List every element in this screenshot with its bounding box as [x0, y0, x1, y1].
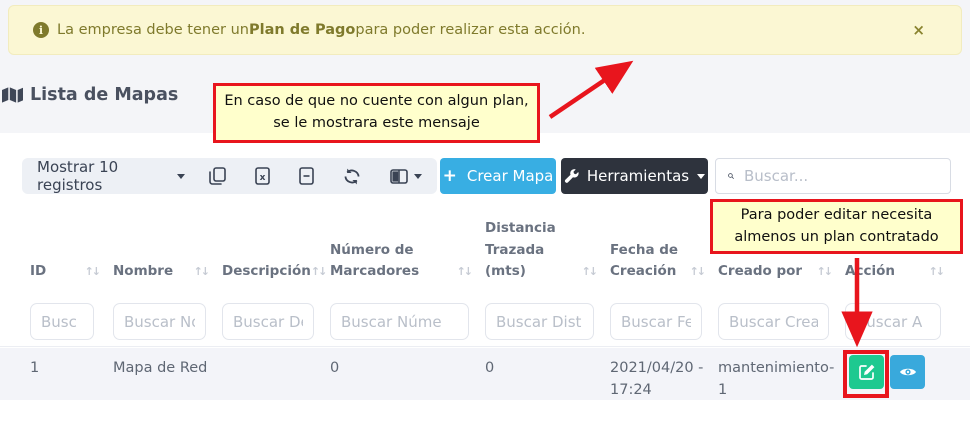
filter-cell: [30, 299, 113, 346]
header-label: Distancia Trazada (mts): [485, 218, 582, 283]
tools-dropdown-button[interactable]: Herramientas: [561, 158, 708, 194]
plan-required-alert: i La empresa debe tener un Plan de Pago …: [8, 5, 962, 55]
annotation-line: almenos un plan contratado: [734, 227, 938, 249]
sort-icon: ↑↓: [929, 263, 943, 283]
chevron-down-icon: [414, 174, 422, 179]
cell-nombre: Mapa de Red: [113, 348, 222, 402]
page-title-label: Lista de Mapas: [30, 85, 178, 105]
export-buttons: x: [209, 167, 422, 185]
header-label: Creado por: [718, 261, 802, 283]
excel-file-icon: x: [255, 167, 270, 185]
create-map-button[interactable]: + Crear Mapa: [440, 158, 556, 194]
filter-fecha-input[interactable]: [610, 303, 702, 340]
column-header-fecha[interactable]: Fecha de Creación ↑↓: [610, 213, 718, 285]
sort-icon: ↑↓: [85, 263, 99, 283]
plus-icon: +: [443, 168, 457, 185]
show-entries-dropdown[interactable]: Mostrar 10 registros: [37, 158, 185, 194]
filter-accion-input[interactable]: [845, 303, 941, 340]
column-header-distancia[interactable]: Distancia Trazada (mts) ↑↓: [485, 213, 610, 285]
table-search: [715, 158, 951, 194]
sort-icon: ↑↓: [582, 263, 596, 283]
export-excel-button[interactable]: x: [255, 167, 270, 185]
alert-text-after: para poder realizar esta acción.: [355, 22, 585, 38]
alert-text-bold: Plan de Pago: [249, 22, 355, 38]
close-icon[interactable]: ×: [912, 21, 925, 39]
sort-icon: ↑↓: [194, 263, 208, 283]
svg-text:x: x: [260, 173, 266, 183]
filter-marcadores-input[interactable]: [330, 303, 469, 340]
sort-icon: ↑↓: [817, 263, 831, 283]
filter-descripcion-input[interactable]: [222, 303, 314, 340]
table-filter-row: [0, 299, 970, 347]
sort-icon: ↑↓: [457, 263, 471, 283]
document-icon: [299, 167, 314, 185]
export-file-button[interactable]: [299, 167, 314, 185]
sort-icon: ↑↓: [311, 263, 325, 283]
eye-icon: [899, 366, 917, 378]
filter-distancia-input[interactable]: [485, 303, 594, 340]
cell-fecha: 2021/04/20 - 17:24: [610, 348, 718, 402]
copy-button[interactable]: [209, 167, 226, 185]
header-label: Fecha de Creación: [610, 240, 690, 283]
chevron-down-icon: [177, 174, 185, 179]
filter-cell: [330, 299, 485, 346]
annotation-line: se le mostrara este mensaje: [273, 113, 480, 135]
copy-icon: [209, 167, 226, 185]
table-row: 1 Mapa de Red 0 0 2021/04/20 - 17:24 man…: [0, 348, 970, 400]
filter-cell: [845, 299, 957, 346]
alert-text-before: La empresa debe tener un: [57, 22, 249, 38]
map-icon: [2, 87, 23, 103]
column-visibility-button[interactable]: [390, 169, 422, 184]
column-header-descripcion[interactable]: Descripción ↑↓: [222, 213, 330, 285]
create-map-label: Crear Mapa: [467, 167, 554, 185]
column-header-marcadores[interactable]: Número de Marcadores ↑↓: [330, 213, 485, 285]
page-title: Lista de Mapas: [2, 85, 178, 105]
cell-accion: [845, 348, 957, 402]
annotation-line: En caso de que no cuente con algun plan,: [224, 91, 528, 113]
filter-nombre-input[interactable]: [113, 303, 206, 340]
search-icon: [728, 168, 734, 184]
search-input[interactable]: [744, 167, 938, 185]
tools-label: Herramientas: [587, 167, 689, 185]
cell-creado-por: mantenimiento-1: [718, 348, 845, 402]
cell-id: 1: [30, 348, 113, 402]
annotation-edit-note: Para poder editar necesita almenos un pl…: [710, 199, 963, 254]
wrench-icon: [564, 169, 579, 184]
header-label: ID: [30, 261, 46, 283]
filter-cell: [485, 299, 610, 346]
table-toolbar: Mostrar 10 registros x: [22, 158, 437, 194]
column-header-id[interactable]: ID ↑↓: [30, 213, 113, 285]
chevron-down-icon: [697, 174, 705, 179]
annotation-banner-note: En caso de que no cuente con algun plan,…: [213, 83, 540, 143]
cell-distancia: 0: [485, 348, 610, 402]
edit-icon: [859, 364, 875, 380]
refresh-icon: [343, 168, 361, 185]
annotation-line: Para poder editar necesita: [741, 205, 933, 227]
header-label: Nombre: [113, 261, 173, 283]
filter-cell: [113, 299, 222, 346]
cell-marcadores: 0: [330, 348, 485, 402]
header-label: Acción: [845, 261, 895, 283]
filter-creado-input[interactable]: [718, 303, 829, 340]
header-label: Descripción: [222, 261, 311, 283]
columns-icon: [390, 169, 408, 184]
filter-id-input[interactable]: [30, 303, 94, 340]
info-circle-icon: i: [33, 22, 49, 38]
filter-cell: [718, 299, 845, 346]
maps-list-page: i La empresa debe tener un Plan de Pago …: [0, 0, 970, 428]
filter-cell: [222, 299, 330, 346]
view-map-button[interactable]: [890, 355, 925, 389]
header-label: Número de Marcadores: [330, 240, 457, 283]
cell-descripcion: [222, 348, 330, 402]
show-entries-label: Mostrar 10 registros: [37, 158, 168, 194]
column-header-nombre[interactable]: Nombre ↑↓: [113, 213, 222, 285]
filter-cell: [610, 299, 718, 346]
refresh-button[interactable]: [343, 168, 361, 185]
sort-icon: ↑↓: [690, 263, 704, 283]
edit-map-button[interactable]: [849, 355, 884, 389]
